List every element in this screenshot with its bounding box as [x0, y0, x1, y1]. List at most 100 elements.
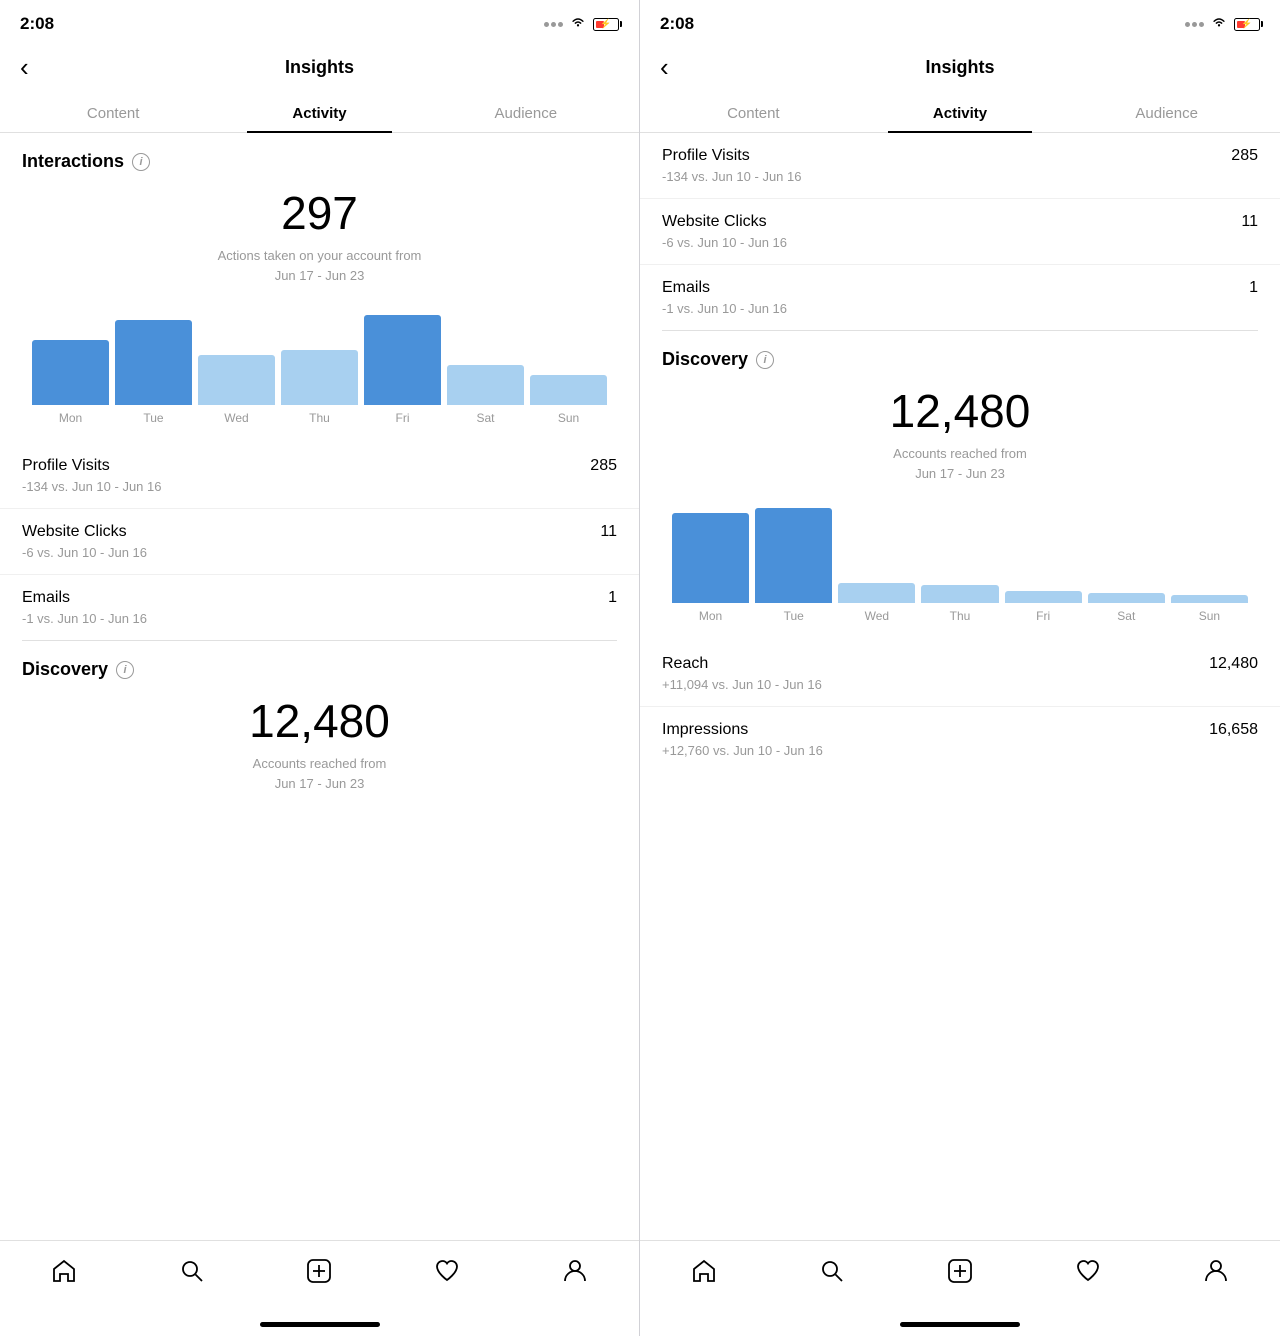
tab-content-right[interactable]: Content — [650, 95, 857, 132]
stat-label-emails-left: Emails — [22, 589, 70, 607]
label-sun-right: Sun — [1171, 609, 1248, 623]
tab-audience-right[interactable]: Audience — [1063, 95, 1270, 132]
status-bar-left: 2:08 — [0, 0, 639, 44]
stat-value-website-clicks-left: 11 — [600, 523, 617, 541]
bar-col-sat-right — [1088, 593, 1165, 603]
header-right: ‹ Insights — [640, 44, 1280, 95]
bar-sun-right — [1171, 595, 1248, 603]
nav-add-left[interactable] — [256, 1251, 384, 1296]
interactions-info-icon[interactable]: i — [132, 153, 150, 171]
nav-add-right[interactable] — [896, 1251, 1024, 1296]
search-icon-left — [178, 1257, 206, 1290]
discovery-info-icon-right[interactable]: i — [756, 351, 774, 369]
bar-sun-left — [530, 375, 607, 405]
label-sun-left: Sun — [530, 411, 607, 425]
stat-value-profile-visits-right: 285 — [1231, 147, 1258, 165]
bar-thu-left — [281, 350, 358, 405]
stat-value-emails-right: 1 — [1249, 279, 1258, 297]
label-tue-right: Tue — [755, 609, 832, 623]
label-tue-left: Tue — [115, 411, 192, 425]
label-mon-left: Mon — [32, 411, 109, 425]
bar-col-mon-left — [32, 340, 109, 405]
nav-home-right[interactable] — [640, 1251, 768, 1296]
tab-content-left[interactable]: Content — [10, 95, 216, 132]
page-title-left: Insights — [285, 57, 354, 78]
nav-search-left[interactable] — [128, 1251, 256, 1296]
bottom-stats-right: Reach 12,480 +11,094 vs. Jun 10 - Jun 16… — [640, 641, 1280, 772]
bar-wed-left — [198, 355, 275, 405]
label-sat-right: Sat — [1088, 609, 1165, 623]
tabs-right: Content Activity Audience — [640, 95, 1280, 133]
interactions-total: 297 — [22, 186, 617, 240]
discovery-subtitle-right: Accounts reached fromJun 17 - Jun 23 — [662, 444, 1258, 483]
bar-col-wed-left — [198, 355, 275, 405]
stat-label-reach-right: Reach — [662, 655, 708, 673]
stat-sub-emails-left: -1 vs. Jun 10 - Jun 16 — [22, 611, 617, 626]
nav-profile-right[interactable] — [1152, 1251, 1280, 1296]
discovery-title-left: Discovery i — [22, 659, 617, 680]
discovery-subtitle-left: Accounts reached fromJun 17 - Jun 23 — [22, 754, 617, 793]
stat-website-clicks-right: Website Clicks 11 -6 vs. Jun 10 - Jun 16 — [640, 198, 1280, 264]
stat-profile-visits-left: Profile Visits 285 -134 vs. Jun 10 - Jun… — [0, 443, 639, 508]
header-left: ‹ Insights — [0, 44, 639, 95]
interactions-section: Interactions i 297 Actions taken on your… — [0, 133, 639, 443]
signal-dot-2 — [551, 22, 556, 27]
label-thu-left: Thu — [281, 411, 358, 425]
tab-activity-right[interactable]: Activity — [857, 95, 1064, 132]
stat-label-profile-visits-left: Profile Visits — [22, 457, 110, 475]
bar-labels-left: Mon Tue Wed Thu Fri Sat Sun — [32, 411, 607, 425]
stat-label-website-clicks-left: Website Clicks — [22, 523, 127, 541]
status-bar-right: 2:08 — [640, 0, 1280, 44]
back-button-left[interactable]: ‹ — [20, 52, 50, 83]
bar-col-tue-left — [115, 320, 192, 405]
nav-home-left[interactable] — [0, 1251, 128, 1296]
bars-left — [32, 305, 607, 405]
home-bar-right — [900, 1322, 1020, 1327]
discovery-title-right: Discovery i — [662, 349, 1258, 370]
stat-value-impressions-right: 16,658 — [1209, 721, 1258, 739]
bar-col-fri-right — [1005, 591, 1082, 603]
signal-dots-left — [544, 22, 563, 27]
content-right: Profile Visits 285 -134 vs. Jun 10 - Jun… — [640, 133, 1280, 1240]
bar-mon-right — [672, 513, 749, 603]
bar-tue-left — [115, 320, 192, 405]
bar-col-fri-left — [364, 315, 441, 405]
person-icon-left — [561, 1257, 589, 1290]
add-icon-left — [305, 1257, 333, 1290]
label-wed-left: Wed — [198, 411, 275, 425]
stat-emails-right: Emails 1 -1 vs. Jun 10 - Jun 16 — [640, 264, 1280, 330]
content-left: Interactions i 297 Actions taken on your… — [0, 133, 639, 1240]
discovery-info-icon-left[interactable]: i — [116, 661, 134, 679]
nav-heart-right[interactable] — [1024, 1251, 1152, 1296]
phones-container: 2:08 — [0, 0, 1280, 1336]
nav-profile-left[interactable] — [511, 1251, 639, 1296]
bar-labels-right: Mon Tue Wed Thu Fri Sat Sun — [672, 609, 1248, 623]
stat-profile-visits-right: Profile Visits 285 -134 vs. Jun 10 - Jun… — [640, 133, 1280, 198]
home-bar-left — [260, 1322, 380, 1327]
wifi-icon-left — [569, 15, 587, 34]
stat-sub-reach-right: +11,094 vs. Jun 10 - Jun 16 — [662, 677, 1258, 692]
phone-left: 2:08 — [0, 0, 640, 1336]
stat-value-website-clicks-right: 11 — [1241, 213, 1258, 231]
tab-audience-left[interactable]: Audience — [423, 95, 629, 132]
discovery-total-right: 12,480 — [662, 384, 1258, 438]
bar-sat-right — [1088, 593, 1165, 603]
stat-sub-emails-right: -1 vs. Jun 10 - Jun 16 — [662, 301, 1258, 316]
stat-sub-profile-visits-right: -134 vs. Jun 10 - Jun 16 — [662, 169, 1258, 184]
bar-thu-right — [921, 585, 998, 603]
home-icon-left — [50, 1257, 78, 1290]
bar-col-thu-left — [281, 350, 358, 405]
nav-search-right[interactable] — [768, 1251, 896, 1296]
bars-right — [672, 503, 1248, 603]
bar-col-sat-left — [447, 365, 524, 405]
bar-sat-left — [447, 365, 524, 405]
stat-label-website-clicks-right: Website Clicks — [662, 213, 767, 231]
bottom-nav-left — [0, 1240, 639, 1316]
add-icon-right — [946, 1257, 974, 1290]
discovery-section-right: Discovery i 12,480 Accounts reached from… — [640, 331, 1280, 641]
heart-icon-left — [433, 1257, 461, 1290]
interactions-subtitle: Actions taken on your account fromJun 17… — [22, 246, 617, 285]
back-button-right[interactable]: ‹ — [660, 52, 690, 83]
tab-activity-left[interactable]: Activity — [216, 95, 422, 132]
nav-heart-left[interactable] — [383, 1251, 511, 1296]
